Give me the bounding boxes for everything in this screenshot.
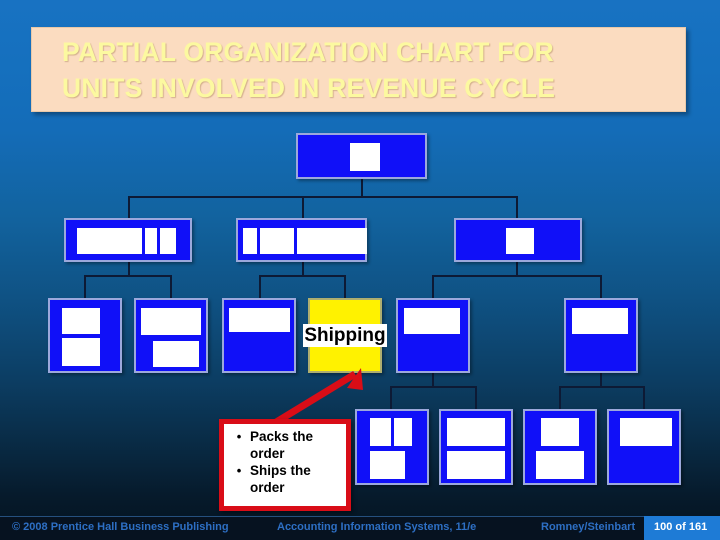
org-node-n4d[interactable] [607,409,681,485]
redacted-text-block [145,228,157,254]
callout-box: • Packs the order • Ships the order [219,419,351,511]
org-node-n3c[interactable] [222,298,296,373]
page-indicator: 100 of 161 [644,516,720,540]
shipping-label: Shipping [303,324,387,347]
org-node-root[interactable] [296,133,427,179]
callout-item: • Packs the order [228,429,340,462]
connector-bus-n3e [390,386,475,388]
connector-stem-n3e [432,373,434,387]
redacted-text-block [536,451,584,479]
connector-drop-n3f [600,275,602,298]
redacted-text-block [153,341,199,367]
org-node-n4c[interactable] [523,409,597,485]
connector-bus-n2b [259,275,345,277]
redacted-text-block [77,228,142,254]
connector-drop-n4d [643,386,645,409]
org-node-n2c[interactable] [454,218,582,262]
footer-book-title: Accounting Information Systems, 11/e [277,521,477,533]
connector-drop-n2c [516,196,518,218]
connector-bus-n3f [559,386,644,388]
connector-drop-n3c [259,275,261,298]
redacted-text-block [620,418,672,446]
redacted-text-block [141,308,201,335]
slide-footer: © 2008 Prentice Hall Business Publishing… [0,516,720,540]
footer-copyright: © 2008 Prentice Hall Business Publishing [12,521,229,533]
redacted-text-block [160,228,176,254]
org-node-n3b[interactable] [134,298,208,373]
redacted-text-block [350,143,380,171]
redacted-text-block [506,228,534,254]
redacted-text-block [297,228,367,254]
org-node-n2b[interactable] [236,218,367,262]
footer-authors: Romney/Steinbart [541,521,636,533]
redacted-text-block [370,451,405,479]
org-node-n4b[interactable] [439,409,513,485]
redacted-text-block [447,418,505,446]
org-node-n2a[interactable] [64,218,192,262]
callout-item-text: Packs the order [250,429,314,461]
redacted-text-block [447,451,505,479]
connector-drop-n4b [475,386,477,409]
title-banner: PARTIAL ORGANIZATION CHART FOR UNITS INV… [31,27,686,112]
org-node-n3a[interactable] [48,298,122,373]
connector-stem-n2b [302,262,304,276]
org-node-n4a[interactable] [355,409,429,485]
callout-item-text: Ships the order [250,463,311,495]
slide-canvas: PARTIAL ORGANIZATION CHART FOR UNITS INV… [0,0,720,540]
connector-drop-n2b [302,196,304,218]
bullet-icon: • [236,463,242,478]
redacted-text-block [62,308,100,334]
page-number-text: 100 of 161 [654,521,708,533]
connector-drop-n2a [128,196,130,218]
redacted-text-block [370,418,391,446]
redacted-text-block [541,418,579,446]
connector-level2-bus [128,196,517,198]
connector-drop-n3b [170,275,172,298]
connector-drop-n3e [432,275,434,298]
org-node-n3e[interactable] [396,298,470,373]
footer-divider [0,516,720,517]
redacted-text-block [404,308,460,334]
redacted-text-block [572,308,628,334]
org-node-n3f[interactable] [564,298,638,373]
connector-bus-n2a [84,275,172,277]
redacted-text-block [243,228,257,254]
connector-drop-n3d [344,275,346,298]
connector-stem-n2a [128,262,130,276]
bullet-icon: • [236,429,242,444]
connector-stem-n3f [600,373,602,387]
redacted-text-block [260,228,294,254]
org-node-shipping[interactable]: Shipping [303,298,387,373]
redacted-text-block [229,308,290,332]
connector-stem-n2c [516,262,518,276]
callout-item: • Ships the order [228,463,340,496]
connector-root-stem [361,179,363,197]
redacted-text-block [62,338,100,366]
redacted-text-block [394,418,412,446]
connector-bus-n2c [432,275,601,277]
connector-drop-n4a [390,386,392,409]
connector-drop-n4c [559,386,561,409]
page-title: PARTIAL ORGANIZATION CHART FOR UNITS INV… [62,37,556,103]
connector-drop-n3a [84,275,86,298]
